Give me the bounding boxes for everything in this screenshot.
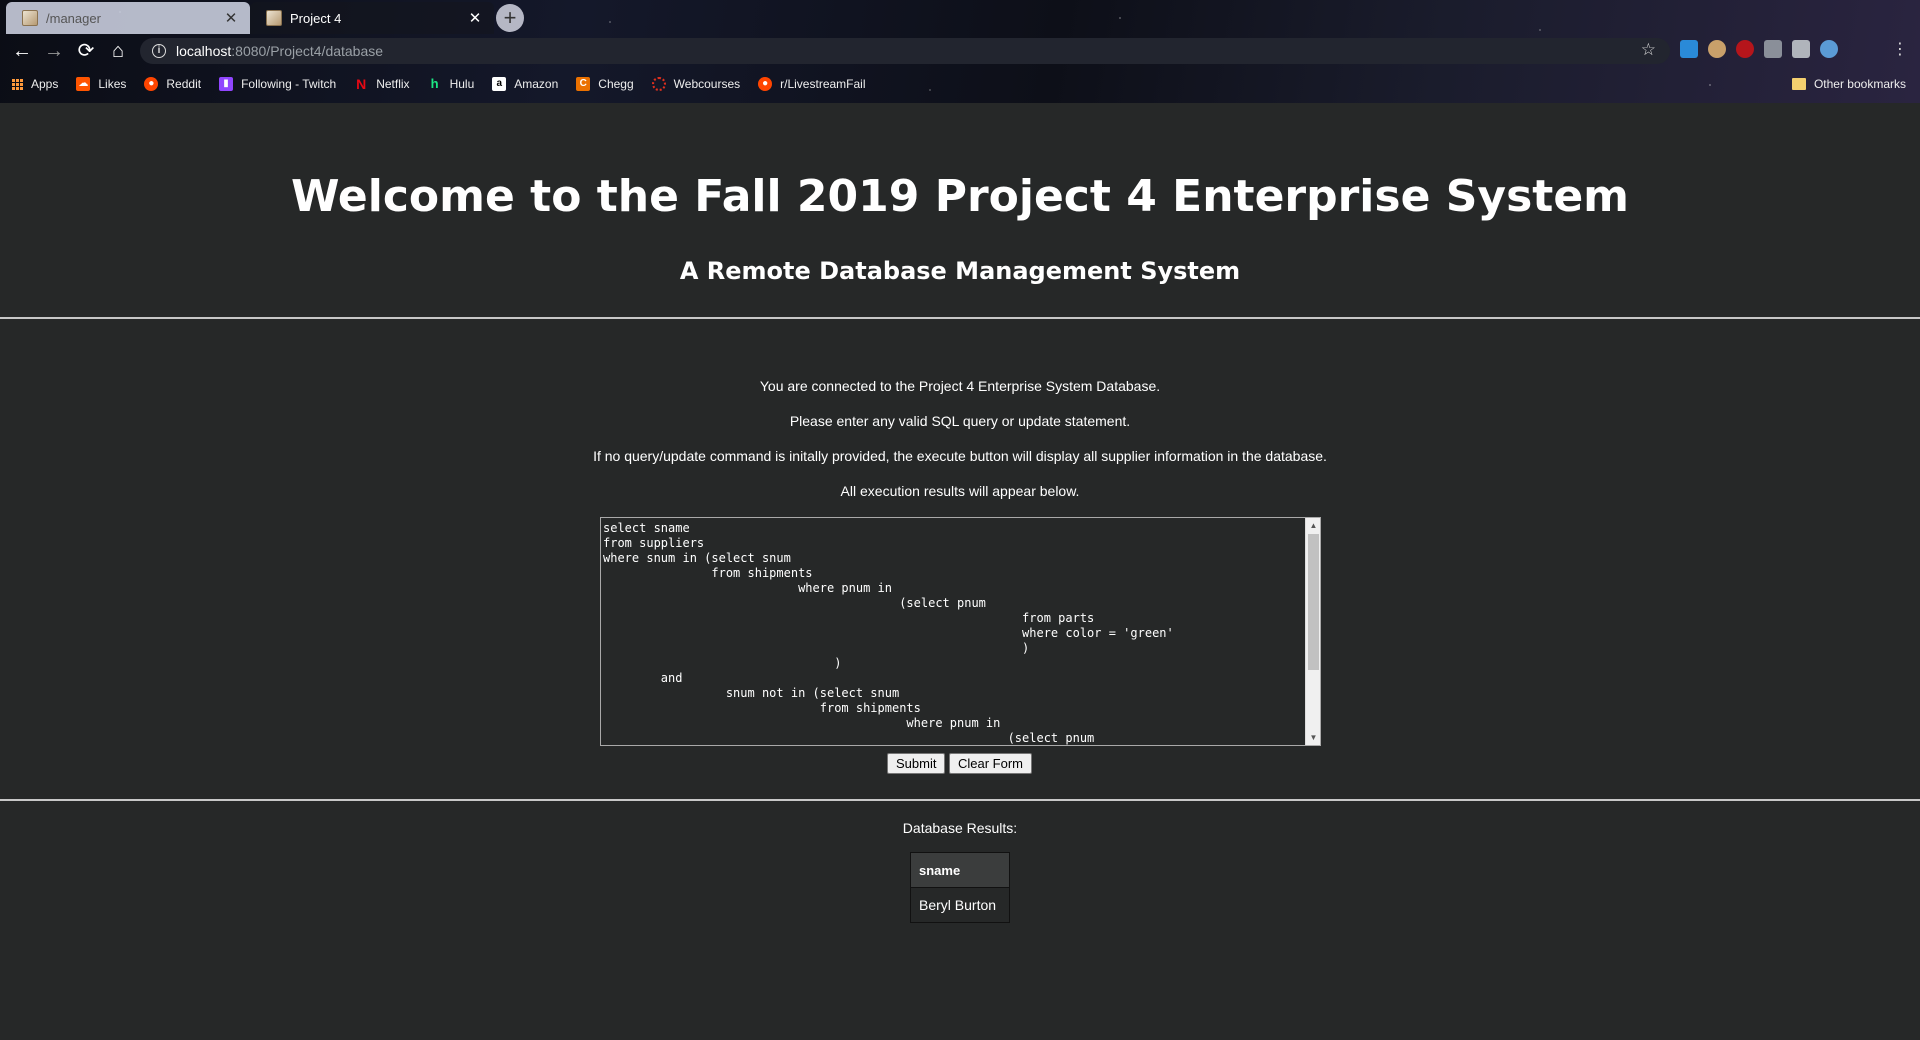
- extension-icon[interactable]: [1680, 40, 1698, 58]
- reddit-icon: ●: [758, 77, 773, 91]
- close-icon[interactable]: ✕: [222, 9, 240, 27]
- bookmark-webcourses[interactable]: Webcourses: [651, 77, 741, 91]
- scroll-up-arrow-icon[interactable]: ▲: [1306, 518, 1320, 533]
- page-content: Welcome to the Fall 2019 Project 4 Enter…: [0, 103, 1920, 1040]
- bookmark-star-icon[interactable]: ☆: [1641, 40, 1656, 60]
- clear-form-button[interactable]: Clear Form: [949, 753, 1033, 774]
- sql-query-text[interactable]: select sname from suppliers where snum i…: [603, 521, 1304, 745]
- browser-menu-icon[interactable]: ⋮: [1892, 40, 1908, 60]
- bookmark-twitch[interactable]: ▮ Following - Twitch: [219, 77, 336, 91]
- other-bookmarks[interactable]: Other bookmarks: [1791, 72, 1906, 96]
- instruction-message: Please enter any valid SQL query or upda…: [789, 413, 1131, 429]
- close-icon[interactable]: ✕: [466, 9, 484, 27]
- bookmark-label: Hulu: [449, 77, 475, 91]
- results-label: Database Results:: [902, 820, 1018, 836]
- table-row: Beryl Burton: [910, 887, 1010, 923]
- bookmark-label: r/LivestreamFail: [780, 77, 866, 91]
- bookmark-apps[interactable]: Apps: [12, 77, 58, 91]
- submit-button[interactable]: Submit: [887, 753, 946, 774]
- url-path: :8080/Project4/database: [231, 43, 384, 59]
- sql-query-textarea[interactable]: select sname from suppliers where snum i…: [600, 517, 1321, 746]
- bookmark-livestreamfail[interactable]: ● r/LivestreamFail: [758, 77, 866, 91]
- forward-button[interactable]: →: [38, 36, 70, 66]
- home-button[interactable]: ⌂: [102, 36, 134, 66]
- extensions-area: [1680, 40, 1838, 58]
- default-behavior-message: If no query/update command is initally p…: [593, 448, 1327, 464]
- netflix-icon: N: [356, 76, 367, 92]
- bookmark-reddit[interactable]: ● Reddit: [144, 77, 201, 91]
- new-tab-button[interactable]: +: [496, 4, 524, 32]
- bookmark-likes[interactable]: ☁ Likes: [76, 77, 126, 91]
- textarea-scrollbar[interactable]: ▲ ▼: [1305, 518, 1320, 745]
- address-bar[interactable]: i localhost :8080/Project4/database ☆: [140, 38, 1670, 64]
- url-host: localhost: [176, 43, 232, 59]
- divider: [0, 317, 1920, 319]
- tab-project4[interactable]: Project 4 ✕: [250, 2, 494, 34]
- bookmark-label: Apps: [31, 77, 59, 91]
- bookmark-amazon[interactable]: a Amazon: [492, 77, 558, 91]
- tab-title: /manager: [46, 10, 101, 26]
- reddit-icon: ●: [144, 77, 159, 91]
- bookmark-chegg[interactable]: C Chegg: [576, 77, 634, 91]
- back-button[interactable]: ←: [6, 36, 38, 66]
- bookmark-label: Likes: [98, 77, 127, 91]
- bookmark-hulu[interactable]: h Hulu: [428, 76, 475, 92]
- bookmarks-bar: Apps ☁ Likes ● Reddit ▮ Following - Twit…: [0, 72, 1920, 96]
- tab-manager[interactable]: /manager ✕: [6, 2, 250, 34]
- extension-icon[interactable]: [1764, 40, 1782, 58]
- page-title: Welcome to the Fall 2019 Project 4 Enter…: [290, 171, 1630, 222]
- extension-icon[interactable]: [1708, 40, 1726, 58]
- browser-chrome: /manager ✕ Project 4 ✕ + ← → ⟳ ⌂ i local…: [0, 0, 1920, 103]
- results-table: sname Beryl Burton: [910, 852, 1010, 923]
- hulu-icon: h: [430, 76, 439, 91]
- webcourses-icon: [651, 77, 666, 91]
- bookmark-label: Amazon: [514, 77, 559, 91]
- bookmark-netflix[interactable]: N Netflix: [354, 77, 409, 91]
- tab-title: Project 4: [290, 10, 342, 26]
- page-subtitle: A Remote Database Management System: [679, 257, 1241, 285]
- twitch-icon: ▮: [219, 77, 234, 91]
- folder-icon: [1791, 78, 1806, 90]
- info-icon[interactable]: i: [152, 44, 166, 58]
- soundcloud-icon: ☁: [76, 77, 91, 91]
- results-hint-message: All execution results will appear below.: [840, 483, 1080, 499]
- ublock-icon[interactable]: [1736, 40, 1754, 58]
- table-cell: Beryl Burton: [910, 887, 1010, 923]
- bookmark-label: Netflix: [376, 77, 410, 91]
- tomcat-favicon-icon: [22, 10, 38, 26]
- tab-strip: /manager ✕ Project 4 ✕ +: [0, 0, 1920, 34]
- bookmark-label: Following - Twitch: [241, 77, 337, 91]
- scroll-thumb[interactable]: [1308, 534, 1319, 670]
- table-header-row: sname: [910, 852, 1010, 888]
- reload-button[interactable]: ⟳: [70, 36, 102, 66]
- tomcat-favicon-icon: [266, 10, 282, 26]
- extension-icon[interactable]: [1792, 40, 1810, 58]
- connection-message: You are connected to the Project 4 Enter…: [759, 378, 1161, 394]
- column-header: sname: [910, 852, 1010, 888]
- profile-avatar-icon[interactable]: [1820, 40, 1838, 58]
- other-bookmarks-label: Other bookmarks: [1813, 77, 1906, 91]
- chegg-icon: C: [576, 77, 591, 91]
- browser-toolbar: ← → ⟳ ⌂ i localhost :8080/Project4/datab…: [0, 34, 1920, 68]
- bookmark-label: Reddit: [166, 77, 202, 91]
- bookmark-label: Chegg: [598, 77, 634, 91]
- amazon-icon: a: [492, 77, 507, 91]
- bookmark-label: Webcourses: [673, 77, 741, 91]
- apps-grid-icon: [12, 78, 23, 90]
- divider: [0, 799, 1920, 801]
- scroll-down-arrow-icon[interactable]: ▼: [1306, 730, 1320, 745]
